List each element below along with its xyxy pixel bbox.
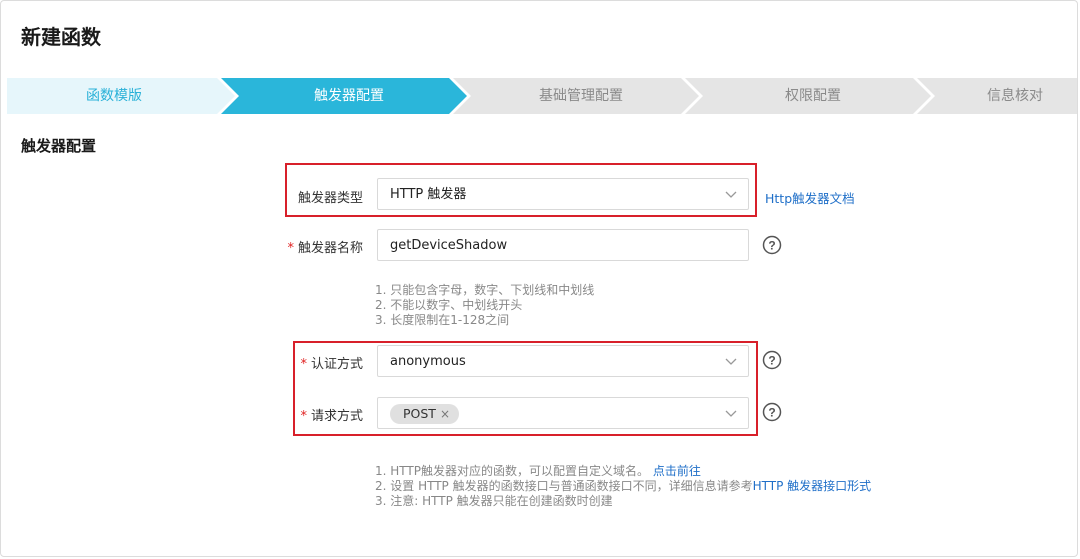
request-method-label: * 请求方式	[291, 405, 363, 424]
trigger-type-label: 触发器类型	[297, 191, 363, 206]
help-circle-icon[interactable]: ?	[762, 350, 782, 370]
trigger-name-input[interactable]: getDeviceShadow	[377, 229, 749, 261]
http-trigger-interface-link[interactable]: HTTP 触发器接口形式	[753, 479, 872, 493]
svg-text:?: ?	[768, 239, 775, 253]
rule-line-1: 1. 只能包含字母，数字、下划线和中划线	[375, 283, 595, 297]
step-info-review[interactable]: 信息核对	[987, 78, 1077, 114]
chevron-down-icon	[725, 410, 737, 417]
rule-line-2: 2. 不能以数字、中划线开头	[375, 298, 523, 312]
post-tag: POST ×	[390, 404, 460, 424]
trigger-name-label: * 触发器名称	[279, 237, 363, 256]
request-method-select[interactable]: POST ×	[377, 397, 749, 429]
required-mark: *	[287, 241, 294, 256]
svg-text:?: ?	[768, 406, 775, 420]
step-bar: 函数模版 触发器配置 基础管理配置 权限配置 信息核对	[7, 78, 1077, 114]
request-method-label-text: 请求方式	[310, 409, 363, 424]
required-mark: *	[300, 409, 307, 424]
section-title: 触发器配置	[21, 137, 97, 155]
page-title: 新建函数	[21, 25, 101, 49]
create-function-page: 新建函数 函数模版 触发器配置 基础管理配置 权限配置 信息核对 触发器配置 触…	[0, 0, 1078, 557]
trigger-type-value: HTTP 触发器	[390, 187, 467, 202]
tag-remove-icon[interactable]: ×	[440, 407, 450, 421]
go-to-link[interactable]: 点击前往	[653, 464, 701, 478]
step-trigger-config[interactable]: 触发器配置	[233, 78, 465, 114]
step-basic-management[interactable]: 基础管理配置	[465, 78, 697, 114]
auth-method-label: * 认证方式	[291, 353, 363, 372]
step-permission-config[interactable]: 权限配置	[697, 78, 929, 114]
trigger-type-select[interactable]: HTTP 触发器	[377, 178, 749, 210]
rule-line-3: 3. 长度限制在1-128之间	[375, 313, 510, 327]
post-tag-label: POST	[403, 406, 436, 421]
svg-text:?: ?	[768, 354, 775, 368]
note-line-2: 2. 设置 HTTP 触发器的函数接口与普通函数接口不同，详细信息请参考HTTP…	[375, 479, 871, 494]
help-circle-icon[interactable]: ?	[762, 235, 782, 255]
help-circle-icon[interactable]: ?	[762, 402, 782, 422]
auth-method-value: anonymous	[390, 354, 466, 369]
trigger-name-rules: 1. 只能包含字母，数字、下划线和中划线 2. 不能以数字、中划线开头 3. 长…	[375, 283, 594, 328]
chevron-down-icon	[725, 191, 737, 198]
trigger-name-value: getDeviceShadow	[390, 238, 508, 253]
note-line-2-text: 2. 设置 HTTP 触发器的函数接口与普通函数接口不同，详细信息请参考	[375, 479, 753, 493]
auth-method-label-text: 认证方式	[310, 357, 363, 372]
auth-method-select[interactable]: anonymous	[377, 345, 749, 377]
http-trigger-doc-link[interactable]: Http触发器文档	[765, 188, 855, 207]
note-line-3: 3. 注意: HTTP 触发器只能在创建函数时创建	[375, 494, 613, 508]
trigger-name-label-text: 触发器名称	[297, 241, 363, 256]
chevron-down-icon	[725, 358, 737, 365]
note-line-1: 1. HTTP触发器对应的函数，可以配置自定义域名。 点击前往	[375, 464, 871, 479]
note-line-1-text: 1. HTTP触发器对应的函数，可以配置自定义域名。	[375, 464, 649, 478]
http-trigger-notes: 1. HTTP触发器对应的函数，可以配置自定义域名。 点击前往 2. 设置 HT…	[375, 464, 871, 509]
required-mark: *	[300, 357, 307, 372]
step-function-template[interactable]: 函数模版	[7, 78, 221, 114]
